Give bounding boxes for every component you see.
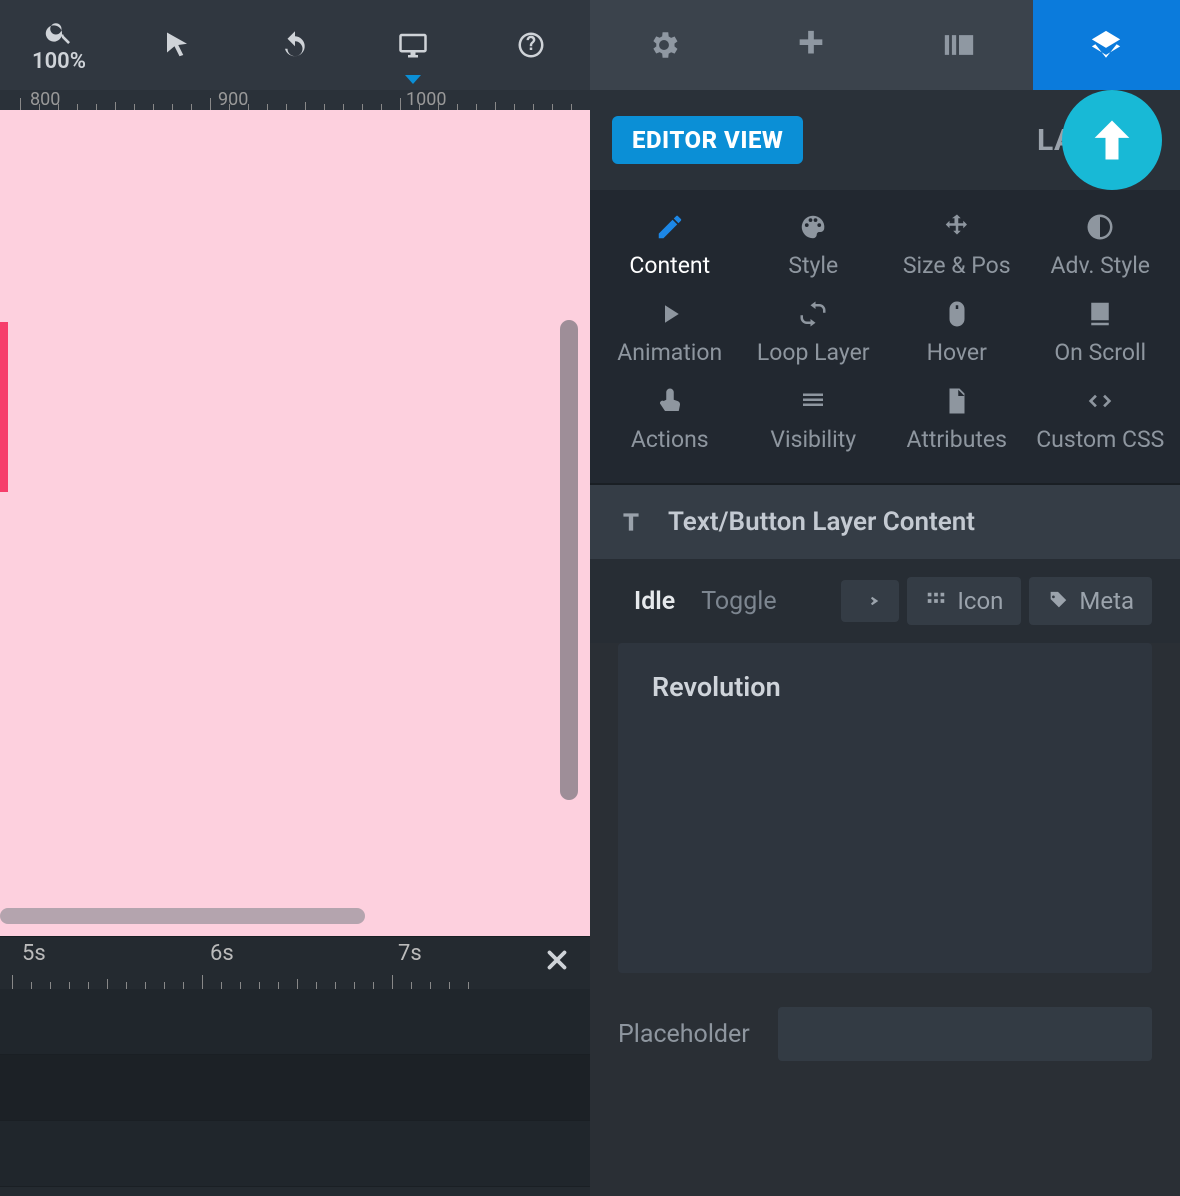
- code-icon: [1085, 386, 1115, 416]
- subtab-idle[interactable]: Idle: [634, 587, 675, 616]
- zoom-level-label: 100%: [32, 49, 86, 74]
- play-icon: [655, 299, 685, 329]
- scroll-icon: [1085, 299, 1115, 329]
- section-header: Text/Button Layer Content: [590, 485, 1180, 559]
- layer-text-content-input[interactable]: Revolution: [618, 643, 1152, 973]
- tab-on-scroll[interactable]: On Scroll: [1029, 299, 1173, 366]
- chevron-down-icon: [405, 75, 421, 84]
- tab-animation[interactable]: Animation: [598, 299, 742, 366]
- tab-navigation[interactable]: [738, 0, 886, 90]
- loop-icon: [798, 299, 828, 329]
- device-preview-tool[interactable]: [354, 0, 472, 90]
- meta-chip[interactable]: Meta: [1029, 577, 1152, 625]
- text-icon: [618, 509, 644, 535]
- pencil-icon: [655, 212, 685, 242]
- dpad-icon: [794, 28, 828, 62]
- undo-tool[interactable]: [236, 0, 354, 90]
- timeline-track[interactable]: [0, 1055, 590, 1121]
- mouse-icon: [942, 299, 972, 329]
- layer-selection-edge[interactable]: [0, 322, 8, 492]
- placeholder-field-row: Placeholder: [590, 1001, 1180, 1067]
- tab-adv-style[interactable]: Adv. Style: [1029, 212, 1173, 279]
- content-subtabs: Idle Toggle Icon Meta: [590, 559, 1180, 643]
- property-tabs-grid: Content Style Size & Pos Adv. Style Anim…: [590, 190, 1180, 485]
- undo-icon: [280, 30, 310, 60]
- tab-loop-layer[interactable]: Loop Layer: [742, 299, 886, 366]
- gear-icon: [647, 28, 681, 62]
- tab-content[interactable]: Content: [598, 212, 742, 279]
- scroll-up-fab[interactable]: [1062, 90, 1162, 190]
- timeline-panel: 5s 6s 7s: [0, 936, 590, 1196]
- canvas-viewport[interactable]: [0, 110, 590, 936]
- layers-icon: [1089, 28, 1123, 62]
- tab-settings[interactable]: [590, 0, 738, 90]
- subtab-toggle[interactable]: Toggle: [701, 587, 776, 616]
- timeline-track[interactable]: [0, 1121, 590, 1187]
- touch-icon: [655, 386, 685, 416]
- arrow-up-icon: [1086, 114, 1138, 166]
- tab-style[interactable]: Style: [742, 212, 886, 279]
- zoom-tool[interactable]: 100%: [0, 0, 118, 90]
- canvas-top-toolbar: 100%: [0, 0, 590, 90]
- move-icon: [942, 212, 972, 242]
- editor-view-pill[interactable]: EDITOR VIEW: [612, 116, 803, 164]
- tag-icon: [1047, 590, 1069, 612]
- palette-icon: [798, 212, 828, 242]
- search-icon: [44, 17, 74, 47]
- desktop-icon: [398, 30, 428, 60]
- section-title-label: Text/Button Layer Content: [668, 507, 975, 537]
- contrast-icon: [1085, 212, 1115, 242]
- tab-custom-css[interactable]: Custom CSS: [1029, 386, 1173, 453]
- layer-text-value: Revolution: [652, 671, 1118, 703]
- horizontal-scrollbar[interactable]: [0, 908, 365, 924]
- horizontal-ruler: 800 900 1000: [0, 90, 590, 110]
- vertical-scrollbar[interactable]: [560, 320, 578, 800]
- placeholder-label: Placeholder: [618, 1020, 778, 1049]
- timeline-ruler[interactable]: 5s 6s 7s: [0, 937, 590, 989]
- right-panel-tabs: [590, 0, 1180, 90]
- tab-slides[interactable]: [885, 0, 1033, 90]
- slide-canvas[interactable]: [0, 110, 590, 936]
- tab-size-position[interactable]: Size & Pos: [885, 212, 1029, 279]
- icon-chip[interactable]: Icon: [907, 577, 1021, 625]
- help-tool[interactable]: [472, 0, 590, 90]
- file-icon: [942, 386, 972, 416]
- cursor-icon: [162, 30, 192, 60]
- tab-layers[interactable]: [1033, 0, 1180, 90]
- linebreak-icon: [859, 590, 881, 612]
- time-mark: 6s: [210, 941, 234, 966]
- slides-icon: [942, 28, 976, 62]
- cursor-tool[interactable]: [118, 0, 236, 90]
- tab-visibility[interactable]: Visibility: [742, 386, 886, 453]
- time-mark: 5s: [22, 941, 46, 966]
- timeline-track[interactable]: [0, 989, 590, 1055]
- tab-hover[interactable]: Hover: [885, 299, 1029, 366]
- tab-actions[interactable]: Actions: [598, 386, 742, 453]
- help-icon: [516, 30, 546, 60]
- grid-icon: [925, 590, 947, 612]
- linebreak-chip[interactable]: [841, 580, 899, 622]
- time-mark: 7s: [398, 941, 422, 966]
- visibility-icon: [798, 386, 828, 416]
- placeholder-input[interactable]: [778, 1007, 1152, 1061]
- tab-attributes[interactable]: Attributes: [885, 386, 1029, 453]
